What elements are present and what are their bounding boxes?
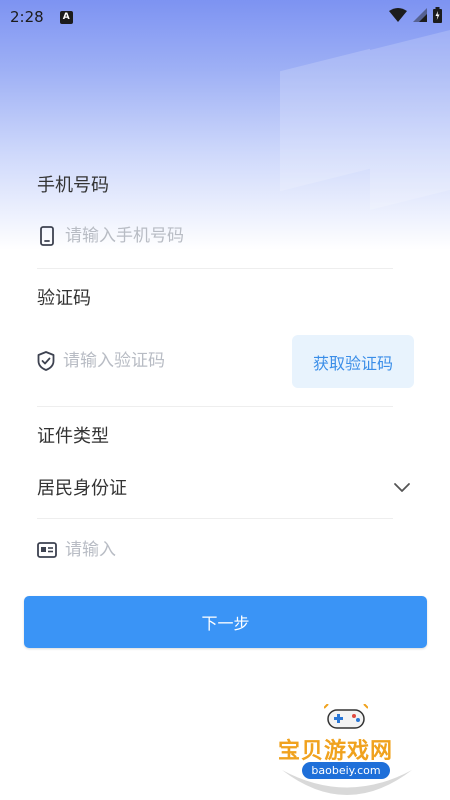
- phone-icon: [37, 226, 57, 246]
- phone-field-row[interactable]: [37, 209, 414, 263]
- id-number-field-row[interactable]: [37, 523, 414, 577]
- watermark-logo: 宝贝游戏网 baobeiy.com: [272, 700, 422, 800]
- watermark-url: baobeiy.com: [302, 762, 390, 779]
- gamepad-icon: [324, 704, 368, 729]
- id-type-select-value[interactable]: 居民身份证: [37, 474, 127, 500]
- shield-check-icon: [37, 351, 55, 371]
- verification-label: 验证码: [37, 288, 91, 309]
- id-type-label: 证件类型: [37, 426, 109, 447]
- notification-badge-icon: A: [59, 10, 73, 24]
- watermark-title: 宝贝游戏网: [278, 739, 394, 764]
- battery-icon: [433, 7, 442, 23]
- get-code-button[interactable]: 获取验证码: [292, 335, 414, 388]
- id-card-icon: [37, 540, 57, 560]
- phone-label: 手机号码: [37, 175, 109, 196]
- verification-field-row[interactable]: [37, 334, 282, 388]
- id-number-input[interactable]: [65, 540, 414, 560]
- phone-input[interactable]: [65, 226, 414, 246]
- wifi-icon: [389, 8, 407, 22]
- next-button[interactable]: 下一步: [24, 596, 427, 648]
- verification-input[interactable]: [63, 351, 282, 371]
- divider: [37, 406, 393, 407]
- divider: [37, 268, 393, 269]
- status-bar: 2:28 A: [0, 0, 450, 34]
- decorative-shape: [280, 48, 370, 192]
- status-icons: [389, 7, 442, 23]
- divider: [37, 518, 393, 519]
- chevron-down-icon[interactable]: [393, 479, 411, 498]
- signal-icon: [413, 8, 427, 22]
- status-time: 2:28: [10, 8, 44, 26]
- decorative-shape: [370, 30, 450, 210]
